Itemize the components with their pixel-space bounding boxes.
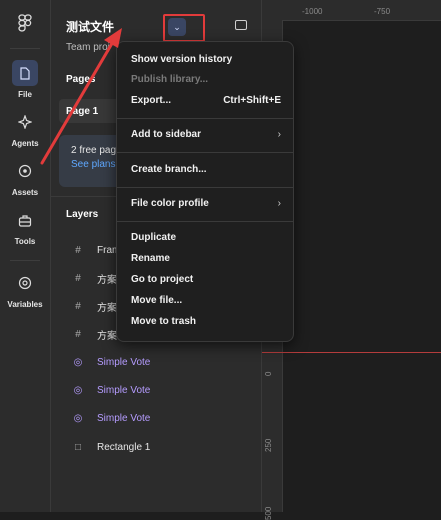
ruler-tick: 500 xyxy=(264,506,273,520)
layer-row[interactable]: □ Rectangle 1 xyxy=(71,438,251,456)
canvas-guide-line xyxy=(262,352,441,353)
menu-item-publish-library: Publish library... xyxy=(131,74,281,85)
rail-item-file[interactable]: File xyxy=(4,60,46,99)
canvas[interactable] xyxy=(283,21,441,512)
file-dropdown-menu: Show version history Publish library... … xyxy=(116,41,294,342)
layer-name: Simple Vote xyxy=(97,384,151,396)
ruler-tick: 0 xyxy=(264,371,273,376)
ruler-tick: -1000 xyxy=(302,7,323,16)
menu-item-rename[interactable]: Rename xyxy=(131,253,281,264)
tools-icon xyxy=(12,207,38,233)
menu-item-label: Create branch... xyxy=(131,164,207,175)
menu-item-label: Export... xyxy=(131,95,172,106)
menu-divider xyxy=(117,152,293,153)
menu-item-label: Duplicate xyxy=(131,232,177,243)
rail-item-label: Variables xyxy=(7,300,43,309)
layer-name: 方案 xyxy=(97,330,117,342)
menu-item-label: File color profile xyxy=(131,198,209,209)
menu-item-label: Go to project xyxy=(131,274,194,285)
rectangle-icon: □ xyxy=(74,441,82,453)
variables-icon xyxy=(12,270,38,296)
menu-item-shortcut: Ctrl+Shift+E xyxy=(223,95,281,106)
frame-icon: # xyxy=(75,328,81,340)
menu-item-create-branch[interactable]: Create branch... xyxy=(131,164,281,175)
menu-item-label: Rename xyxy=(131,253,170,264)
layer-name: Rectangle 1 xyxy=(97,441,151,453)
rail-divider xyxy=(10,48,40,49)
layers-heading: Layers xyxy=(66,209,99,220)
assets-icon xyxy=(12,158,38,184)
menu-item-go-to-project[interactable]: Go to project xyxy=(131,274,281,285)
rail-item-assets[interactable]: Assets xyxy=(4,158,46,197)
menu-item-label: Move to trash xyxy=(131,316,197,327)
file-title[interactable]: 测试文件 xyxy=(66,18,114,35)
frame-icon: # xyxy=(75,272,81,284)
menu-divider xyxy=(117,118,293,119)
layer-name: Simple Vote xyxy=(97,412,151,424)
rail-item-tools[interactable]: Tools xyxy=(4,207,46,246)
menu-item-move-to-trash[interactable]: Move to trash xyxy=(131,316,281,327)
rail-divider xyxy=(10,260,40,261)
free-pages-text: 2 free pag xyxy=(71,145,117,156)
page-item-label: Page 1 xyxy=(66,106,99,117)
menu-item-file-color-profile[interactable]: File color profile › xyxy=(131,198,281,209)
rail-item-variables[interactable]: Variables xyxy=(4,270,46,309)
menu-item-label: Move file... xyxy=(131,295,183,306)
rail-item-label: Agents xyxy=(11,139,39,148)
ruler-tick: -750 xyxy=(374,7,391,16)
frame-icon: # xyxy=(75,300,81,312)
pages-heading: Pages xyxy=(66,74,96,85)
menu-item-label: Publish library... xyxy=(131,74,209,85)
rail-item-label: Assets xyxy=(11,188,39,197)
left-rail: File Agents Assets Tools Variables xyxy=(0,0,51,512)
chevron-right-icon: › xyxy=(277,129,281,140)
top-ruler: -1000 -750 xyxy=(262,0,441,21)
layer-name: 方案 xyxy=(97,274,117,286)
menu-item-move-file[interactable]: Move file... xyxy=(131,295,281,306)
team-project-label[interactable]: Team proj xyxy=(66,42,110,53)
layer-row[interactable]: ◎ Simple Vote xyxy=(71,353,251,371)
annotation-highlight-box xyxy=(163,14,205,42)
layer-name: 方案 xyxy=(97,302,117,314)
menu-item-show-version-history[interactable]: Show version history xyxy=(131,54,281,65)
layer-row[interactable]: ◎ Simple Vote xyxy=(71,381,251,399)
rail-item-label: File xyxy=(18,90,32,99)
component-icon: ◎ xyxy=(73,412,83,424)
rail-item-agents[interactable]: Agents xyxy=(4,109,46,148)
file-icon xyxy=(12,60,38,86)
component-icon: ◎ xyxy=(73,384,83,396)
menu-item-add-to-sidebar[interactable]: Add to sidebar › xyxy=(131,129,281,140)
chevron-right-icon: › xyxy=(277,198,281,209)
rail-item-label: Tools xyxy=(14,237,36,246)
panel-toggle-icon[interactable] xyxy=(235,20,247,30)
layer-row[interactable]: ◎ Simple Vote xyxy=(71,409,251,427)
menu-item-export[interactable]: Export... Ctrl+Shift+E xyxy=(131,95,281,106)
menu-item-duplicate[interactable]: Duplicate xyxy=(131,232,281,243)
figma-logo-icon[interactable] xyxy=(15,14,35,34)
layer-name: Simple Vote xyxy=(97,356,151,368)
sparkle-icon xyxy=(12,109,38,135)
component-icon: ◎ xyxy=(73,356,83,368)
see-plans-link[interactable]: See plans xyxy=(71,159,115,170)
menu-item-label: Show version history xyxy=(131,54,233,65)
menu-item-label: Add to sidebar xyxy=(131,129,202,140)
frame-icon: # xyxy=(75,244,81,256)
ruler-tick: 250 xyxy=(264,438,273,452)
menu-divider xyxy=(117,221,293,222)
menu-divider xyxy=(117,187,293,188)
